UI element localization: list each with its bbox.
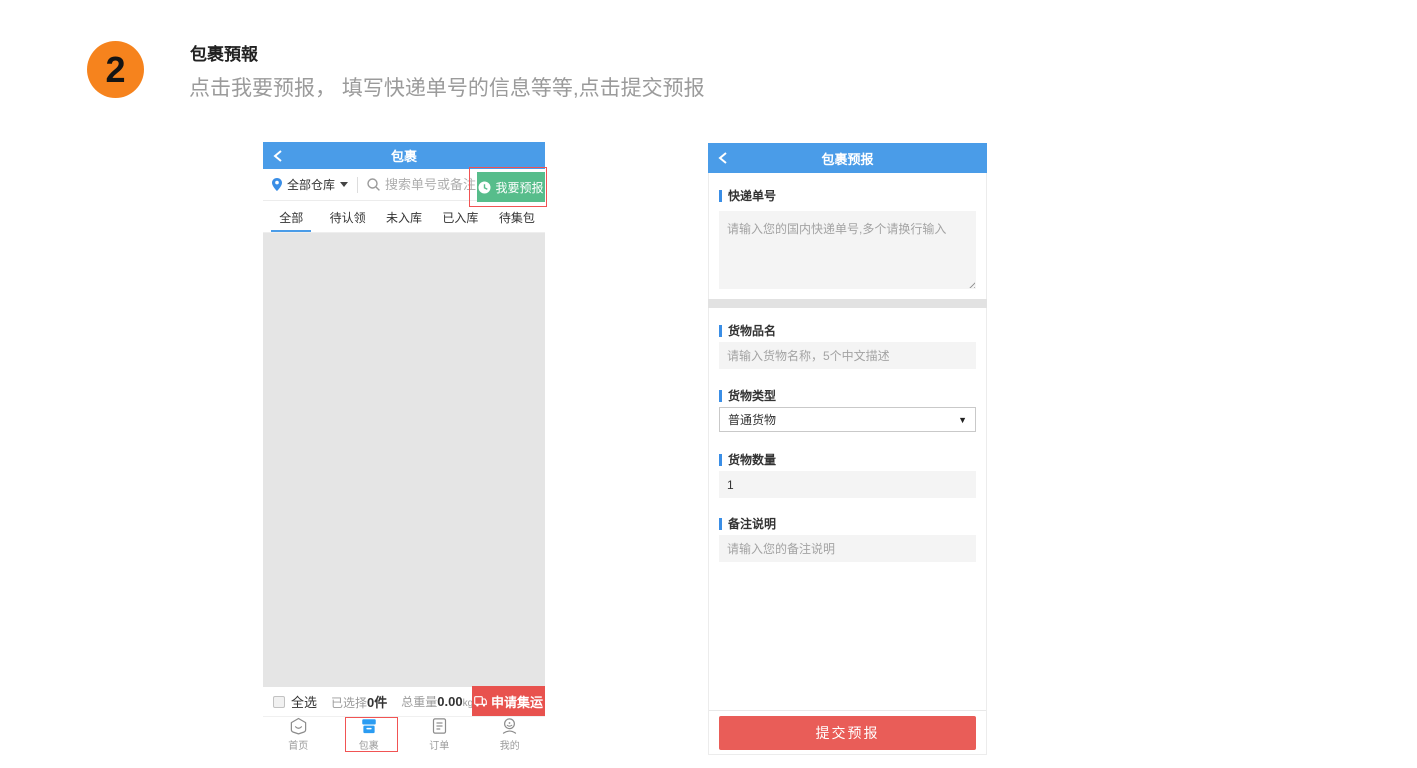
tutorial-page: 2 包裹預報 点击我要预报， 填写快递单号的信息等等,点击提交预报 包裹 全部仓…: [0, 0, 1417, 768]
remark-label-text: 备注说明: [728, 515, 776, 532]
quantity-label: 货物数量: [719, 451, 776, 468]
warehouse-label: 全部仓库: [287, 176, 335, 193]
goods-type-select[interactable]: 普通货物 ▼: [719, 407, 976, 432]
total-weight-text: 总重量0.00kg: [401, 693, 473, 710]
goods-name-input[interactable]: [719, 342, 976, 369]
remark-input[interactable]: [719, 535, 976, 562]
nav-orders[interactable]: 订单: [404, 717, 475, 752]
package-icon: [359, 717, 379, 735]
tab-all[interactable]: 全部: [263, 202, 319, 232]
nav-home[interactable]: 首页: [263, 717, 334, 752]
nav-home-label: 首页: [288, 737, 308, 752]
step-subtitle: 点击我要预报， 填写快递单号的信息等等,点击提交预报: [189, 72, 705, 102]
left-header-title: 包裹: [391, 146, 417, 165]
forecast-button-label: 我要预报: [495, 179, 543, 196]
home-icon: [289, 717, 308, 735]
select-all-checkbox[interactable]: [273, 696, 285, 708]
label-accent-bar: [719, 518, 722, 530]
goods-name-label: 货物品名: [719, 322, 776, 339]
goods-type-label: 货物类型: [719, 387, 776, 404]
nav-profile-label: 我的: [500, 737, 520, 752]
bottom-nav: 首页 包裹 订单: [263, 716, 545, 752]
package-forecast-screen: 包裹预报 快递单号 货物品名 货物类型 普通货物 ▼ 货物数量: [708, 143, 987, 755]
selected-suffix: 件: [374, 695, 387, 710]
empty-package-list: [263, 233, 545, 686]
right-app-header: 包裹预报: [708, 143, 987, 173]
apply-button-label: 申请集运: [491, 692, 543, 711]
label-accent-bar: [719, 390, 722, 402]
submit-forecast-button[interactable]: 提交预报: [719, 716, 976, 750]
footer-divider: [709, 710, 986, 711]
selected-count-text: 已选择0件: [331, 692, 387, 711]
section-separator: [708, 299, 987, 308]
package-list-screen: 包裹 全部仓库 我要: [263, 142, 545, 752]
location-pin-icon: [272, 178, 282, 191]
remark-label: 备注说明: [719, 515, 776, 532]
forecast-button[interactable]: 我要预报: [477, 172, 545, 202]
order-list-icon: [430, 717, 449, 735]
tab-not-in-warehouse[interactable]: 未入库: [376, 202, 432, 232]
back-button[interactable]: [273, 142, 283, 169]
weight-prefix: 总重量: [401, 695, 437, 709]
label-accent-bar: [719, 454, 722, 466]
label-accent-bar: [719, 325, 722, 337]
goods-name-label-text: 货物品名: [728, 322, 776, 339]
search-icon: [367, 178, 380, 191]
nav-packages-label: 包裹: [359, 737, 379, 752]
status-tabs: 全部 待认领 未入库 已入库 待集包: [263, 202, 545, 233]
back-button[interactable]: [718, 143, 728, 173]
user-icon: [500, 717, 519, 735]
selection-footer: 全选 已选择0件 总重量0.00kg 申请集运: [263, 686, 545, 716]
chevron-left-icon: [718, 151, 728, 165]
label-accent-bar: [719, 190, 722, 202]
warehouse-selector[interactable]: 全部仓库: [263, 169, 357, 200]
nav-profile[interactable]: 我的: [475, 717, 546, 752]
caret-down-icon: [340, 182, 348, 187]
apply-consolidation-button[interactable]: 申请集运: [472, 686, 545, 717]
step-number: 2: [105, 49, 125, 91]
goods-type-label-text: 货物类型: [728, 387, 776, 404]
goods-type-selected-value: 普通货物: [728, 411, 776, 428]
tab-in-warehouse[interactable]: 已入库: [432, 202, 488, 232]
tracking-number-label: 快递单号: [719, 187, 776, 204]
truck-icon: [474, 696, 487, 707]
quantity-input[interactable]: [719, 471, 976, 498]
quantity-label-text: 货物数量: [728, 451, 776, 468]
weight-value: 0.00: [437, 694, 462, 709]
left-app-header: 包裹: [263, 142, 545, 169]
select-all-label: 全选: [291, 692, 317, 711]
clock-icon: [478, 181, 491, 194]
tab-pending-claim[interactable]: 待认领: [319, 202, 375, 232]
step-title: 包裹預報: [190, 40, 258, 65]
nav-orders-label: 订单: [429, 737, 449, 752]
tracking-number-textarea[interactable]: [719, 211, 976, 289]
nav-packages[interactable]: 包裹: [334, 717, 405, 752]
chevron-left-icon: [273, 149, 283, 163]
tracking-number-label-text: 快递单号: [728, 187, 776, 204]
selected-prefix: 已选择: [331, 696, 367, 710]
tab-pending-pack[interactable]: 待集包: [489, 202, 545, 232]
step-number-badge: 2: [87, 41, 144, 98]
right-header-title: 包裹预报: [821, 149, 873, 168]
select-caret-icon: ▼: [958, 415, 967, 425]
